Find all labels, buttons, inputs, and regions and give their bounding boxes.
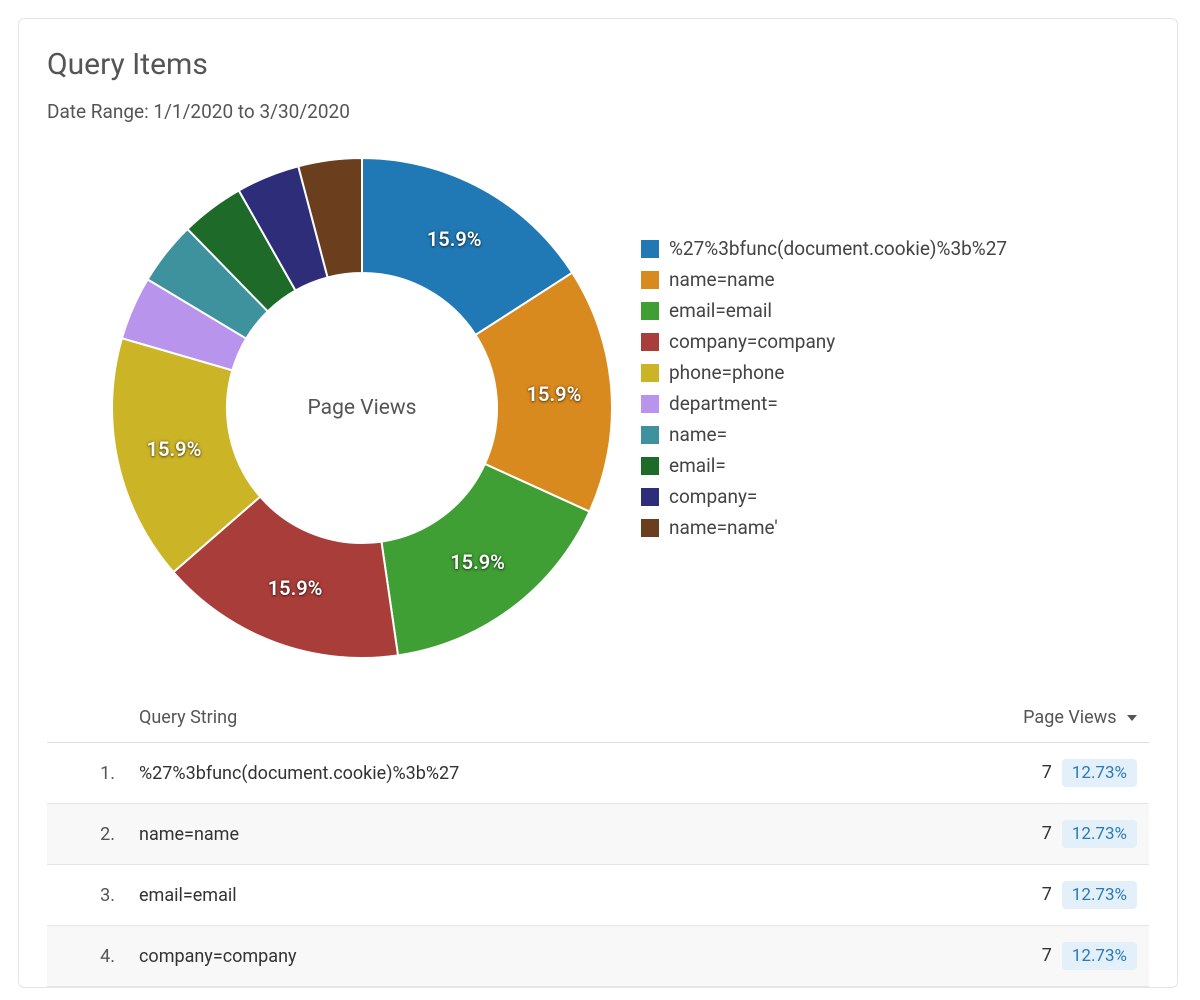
row-count: 7 bbox=[1042, 823, 1052, 844]
row-query: %27%3bfunc(document.cookie)%3b%27 bbox=[127, 743, 919, 804]
legend-item[interactable]: email=email bbox=[641, 299, 1007, 322]
legend-swatch bbox=[641, 488, 659, 506]
row-index: 4. bbox=[47, 926, 127, 987]
legend-swatch bbox=[641, 271, 659, 289]
row-count: 7 bbox=[1042, 945, 1052, 966]
legend-label: email= bbox=[669, 454, 726, 477]
row-query: name=name bbox=[127, 804, 919, 865]
legend-item[interactable]: email= bbox=[641, 454, 1007, 477]
legend-item[interactable]: department= bbox=[641, 392, 1007, 415]
table-row[interactable]: 4.company=company 7 12.73% bbox=[47, 926, 1149, 987]
legend-swatch bbox=[641, 364, 659, 382]
legend-swatch bbox=[641, 333, 659, 351]
legend-item[interactable]: phone=phone bbox=[641, 361, 1007, 384]
legend-item[interactable]: name= bbox=[641, 423, 1007, 446]
chart-row: Page Views 15.9%15.9%15.9%15.9%15.9% %27… bbox=[47, 153, 1149, 663]
card-title: Query Items bbox=[47, 47, 1149, 82]
legend-label: name=name' bbox=[669, 516, 778, 539]
legend-label: company=company bbox=[669, 330, 835, 353]
legend-label: company= bbox=[669, 485, 757, 508]
legend-swatch bbox=[641, 519, 659, 537]
date-range: Date Range: 1/1/2020 to 3/30/2020 bbox=[47, 100, 1149, 123]
row-query: email=email bbox=[127, 865, 919, 926]
row-index: 1. bbox=[47, 743, 127, 804]
row-count: 7 bbox=[1042, 884, 1052, 905]
col-page-views-label: Page Views bbox=[1023, 707, 1116, 728]
legend-label: email=email bbox=[669, 299, 772, 322]
legend-item[interactable]: name=name' bbox=[641, 516, 1007, 539]
legend-label: department= bbox=[669, 392, 778, 415]
legend-item[interactable]: name=name bbox=[641, 268, 1007, 291]
query-items-card: Query Items Date Range: 1/1/2020 to 3/30… bbox=[18, 18, 1178, 988]
table-row[interactable]: 2.name=name 7 12.73% bbox=[47, 804, 1149, 865]
col-query-string[interactable]: Query String bbox=[127, 693, 919, 743]
row-query: company=company bbox=[127, 926, 919, 987]
row-views: 7 12.73% bbox=[919, 926, 1149, 987]
legend-swatch bbox=[641, 240, 659, 258]
row-views: 7 12.73% bbox=[919, 743, 1149, 804]
row-views: 7 12.73% bbox=[919, 865, 1149, 926]
table-row[interactable]: 3.email=email 7 12.73% bbox=[47, 865, 1149, 926]
chart-legend: %27%3bfunc(document.cookie)%3b%27name=na… bbox=[641, 237, 1007, 539]
col-page-views[interactable]: Page Views bbox=[919, 693, 1149, 743]
legend-swatch bbox=[641, 302, 659, 320]
legend-label: name=name bbox=[669, 268, 775, 291]
legend-swatch bbox=[641, 457, 659, 475]
row-views: 7 12.73% bbox=[919, 804, 1149, 865]
donut-chart: Page Views 15.9%15.9%15.9%15.9%15.9% bbox=[107, 153, 617, 663]
legend-item[interactable]: company= bbox=[641, 485, 1007, 508]
legend-item[interactable]: company=company bbox=[641, 330, 1007, 353]
table-row[interactable]: 1.%27%3bfunc(document.cookie)%3b%27 7 12.7… bbox=[47, 743, 1149, 804]
legend-label: %27%3bfunc(document.cookie)%3b%27 bbox=[669, 237, 1007, 260]
row-pct-badge: 12.73% bbox=[1062, 942, 1137, 970]
query-table: Query String Page Views 1.%27%3bfunc(doc… bbox=[47, 693, 1149, 987]
legend-label: name= bbox=[669, 423, 727, 446]
row-count: 7 bbox=[1042, 762, 1052, 783]
legend-item[interactable]: %27%3bfunc(document.cookie)%3b%27 bbox=[641, 237, 1007, 260]
row-pct-badge: 12.73% bbox=[1062, 820, 1137, 848]
row-pct-badge: 12.73% bbox=[1062, 759, 1137, 787]
row-index: 2. bbox=[47, 804, 127, 865]
sort-desc-icon bbox=[1127, 715, 1137, 721]
legend-swatch bbox=[641, 395, 659, 413]
col-index bbox=[47, 693, 127, 743]
legend-label: phone=phone bbox=[669, 361, 785, 384]
legend-swatch bbox=[641, 426, 659, 444]
row-pct-badge: 12.73% bbox=[1062, 881, 1137, 909]
row-index: 3. bbox=[47, 865, 127, 926]
